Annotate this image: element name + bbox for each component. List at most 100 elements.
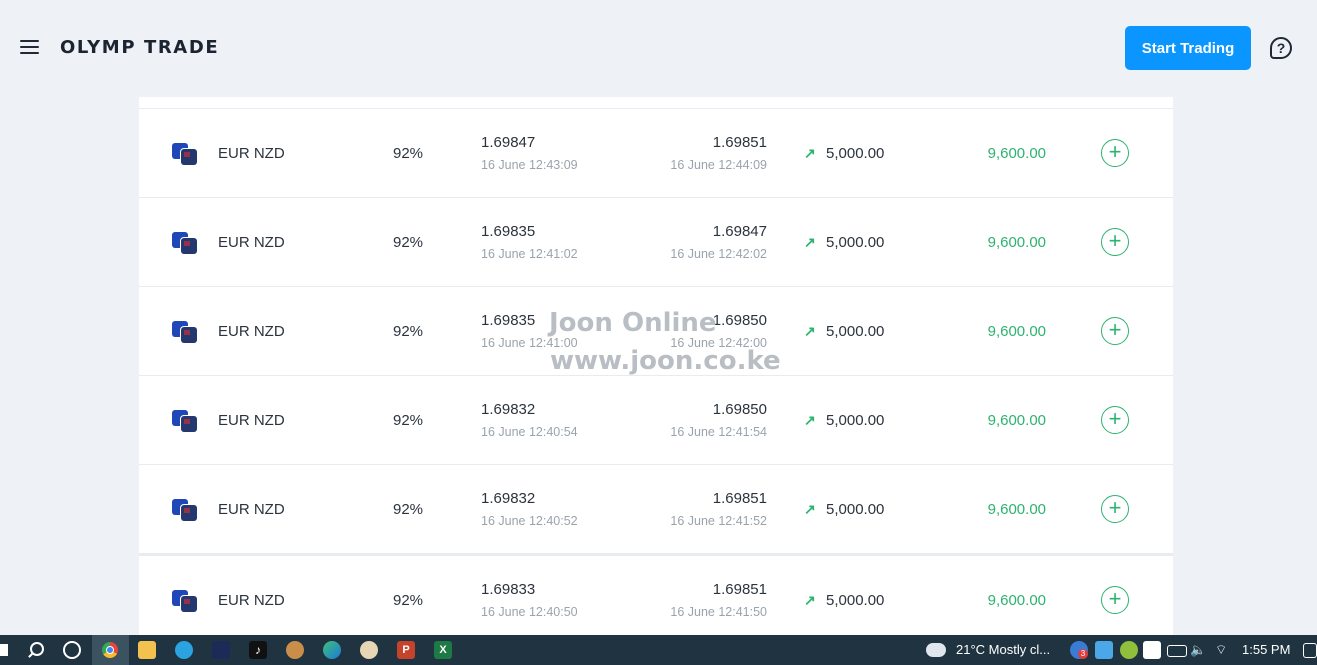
profit-percent: 92% — [393, 412, 424, 429]
arrow-up-right-icon: ↗ — [804, 145, 816, 161]
plus-circle-icon[interactable]: + — [1101, 495, 1129, 523]
start-trading-button[interactable]: Start Trading — [1125, 26, 1251, 70]
windows-start-icon[interactable] — [0, 635, 12, 665]
close-time: 16 June 12:42:02 — [670, 247, 767, 261]
open-price: 1.69832 — [481, 490, 536, 507]
close-price: 1.69850 — [712, 312, 767, 329]
close-price: 1.69851 — [712, 581, 767, 598]
trade-row[interactable]: EUR NZD 92% 1.69833 16 June 12:40:50 1.69851… — [139, 553, 1173, 635]
open-price: 1.69835 — [481, 223, 536, 240]
wifi-icon[interactable]: ⌔ — [1215, 641, 1233, 659]
close-time: 16 June 12:41:50 — [670, 605, 767, 619]
logo[interactable]: OLYMP TRADE — [60, 37, 219, 58]
pair-label: EUR NZD — [218, 234, 285, 251]
currency-pair-flag-icon — [172, 590, 198, 612]
open-time: 16 June 12:43:09 — [481, 158, 578, 172]
trade-amount: 5,000.00 — [826, 234, 885, 251]
search-icon[interactable] — [24, 635, 48, 665]
plus-circle-icon[interactable]: + — [1101, 317, 1129, 345]
tray-app3-icon[interactable] — [1120, 641, 1138, 659]
pair-label: EUR NZD — [218, 145, 285, 162]
top-header: OLYMP TRADE Start Trading ? — [0, 0, 1317, 97]
currency-pair-flag-icon — [172, 232, 198, 254]
profit-percent: 92% — [393, 145, 424, 162]
trade-row[interactable]: EUR NZD 92% 1.69832 16 June 12:40:52 1.69851… — [139, 464, 1173, 553]
profit-percent: 92% — [393, 234, 424, 251]
trade-row[interactable]: EUR NZD 92% 1.69847 16 June 12:43:09 1.69851… — [139, 108, 1173, 197]
payout-amount: 9,600.00 — [987, 145, 1046, 162]
open-time: 16 June 12:41:02 — [481, 247, 578, 261]
battery-icon[interactable] — [1167, 645, 1187, 657]
trade-amount: 5,000.00 — [826, 412, 885, 429]
trade-amount: 5,000.00 — [826, 592, 885, 609]
open-price: 1.69835 — [481, 312, 536, 329]
open-time: 16 June 12:40:52 — [481, 514, 578, 528]
plus-circle-icon[interactable]: + — [1101, 139, 1129, 167]
pair-label: EUR NZD — [218, 501, 285, 518]
close-price: 1.69847 — [712, 223, 767, 240]
tray-app2-icon[interactable] — [1095, 641, 1113, 659]
windows-taskbar: ♪ P X 21°C Mostly cl... 3 🔈 ⌔ 1:55 PM — [0, 635, 1317, 665]
close-price: 1.69851 — [712, 490, 767, 507]
security-icon[interactable] — [1143, 641, 1161, 659]
arrow-up-right-icon: ↗ — [804, 501, 816, 517]
close-time: 16 June 12:41:54 — [670, 425, 767, 439]
close-price: 1.69850 — [712, 401, 767, 418]
arrow-up-right-icon: ↗ — [804, 592, 816, 608]
profit-percent: 92% — [393, 323, 424, 340]
tray-badge-icon: 3 — [1078, 649, 1088, 659]
profit-percent: 92% — [393, 501, 424, 518]
excel-icon[interactable]: X — [434, 641, 452, 659]
arrow-up-right-icon: ↗ — [804, 323, 816, 339]
payout-amount: 9,600.00 — [987, 234, 1046, 251]
close-time: 16 June 12:44:09 — [670, 158, 767, 172]
currency-pair-flag-icon — [172, 321, 198, 343]
plus-circle-icon[interactable]: + — [1101, 586, 1129, 614]
currency-pair-flag-icon — [172, 410, 198, 432]
cookie-icon[interactable] — [286, 641, 304, 659]
open-time: 16 June 12:40:50 — [481, 605, 578, 619]
payout-amount: 9,600.00 — [987, 412, 1046, 429]
trade-amount: 5,000.00 — [826, 323, 885, 340]
clock[interactable]: 1:55 PM — [1242, 635, 1290, 665]
paint-icon[interactable] — [360, 641, 378, 659]
close-price: 1.69851 — [712, 134, 767, 151]
app-icon[interactable] — [212, 641, 230, 659]
trade-row[interactable]: EUR NZD 92% 1.69832 16 June 12:40:54 1.69850… — [139, 375, 1173, 464]
notifications-icon[interactable] — [1303, 643, 1317, 658]
payout-amount: 9,600.00 — [987, 501, 1046, 518]
task-view-icon[interactable] — [60, 635, 84, 665]
currency-pair-flag-icon — [172, 499, 198, 521]
payout-amount: 9,600.00 — [987, 323, 1046, 340]
menu-icon[interactable] — [20, 40, 39, 55]
plus-circle-icon[interactable]: + — [1101, 406, 1129, 434]
plus-circle-icon[interactable]: + — [1101, 228, 1129, 256]
arrow-up-right-icon: ↗ — [804, 412, 816, 428]
watermark-line2: www.joon.co.ke — [550, 346, 781, 376]
close-time: 16 June 12:41:52 — [670, 514, 767, 528]
telegram-icon[interactable] — [175, 641, 193, 659]
edge-icon[interactable] — [323, 641, 341, 659]
help-icon[interactable]: ? — [1270, 37, 1292, 59]
powerpoint-icon[interactable]: P — [397, 641, 415, 659]
open-time: 16 June 12:40:54 — [481, 425, 578, 439]
payout-amount: 9,600.00 — [987, 592, 1046, 609]
open-price: 1.69833 — [481, 581, 536, 598]
volume-icon[interactable]: 🔈 — [1190, 641, 1208, 659]
tiktok-icon[interactable]: ♪ — [249, 641, 267, 659]
pair-label: EUR NZD — [218, 412, 285, 429]
trade-row[interactable]: EUR NZD 92% 1.69835 16 June 12:41:02 1.69847… — [139, 197, 1173, 286]
profit-percent: 92% — [393, 592, 424, 609]
weather-text[interactable]: 21°C Mostly cl... — [956, 635, 1050, 665]
file-explorer-icon[interactable] — [138, 641, 156, 659]
chrome-taskbar-icon[interactable] — [92, 635, 129, 665]
open-price: 1.69832 — [481, 401, 536, 418]
trade-amount: 5,000.00 — [826, 145, 885, 162]
arrow-up-right-icon: ↗ — [804, 234, 816, 250]
currency-pair-flag-icon — [172, 143, 198, 165]
weather-icon[interactable] — [926, 643, 946, 657]
pair-label: EUR NZD — [218, 323, 285, 340]
watermark-line1: Joon Online — [549, 308, 717, 338]
pair-label: EUR NZD — [218, 592, 285, 609]
open-price: 1.69847 — [481, 134, 536, 151]
